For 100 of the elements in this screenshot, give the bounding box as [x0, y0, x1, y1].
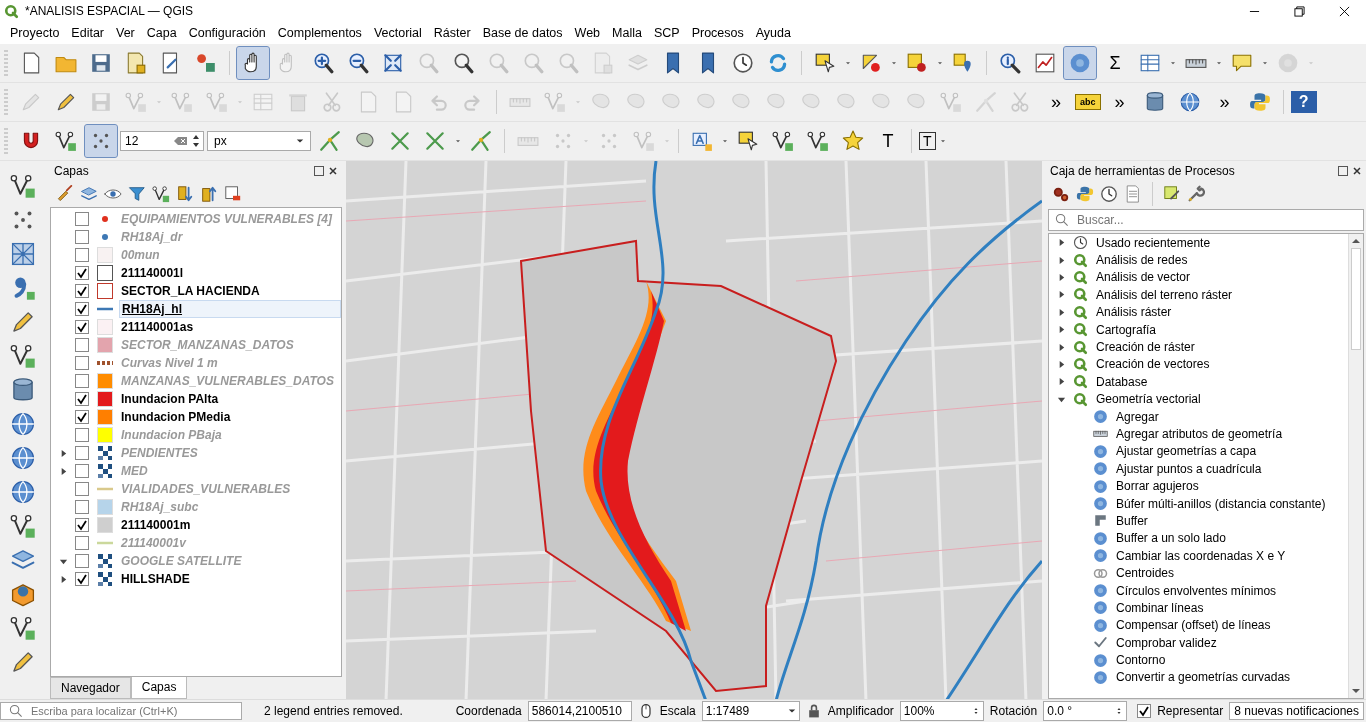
- notifications-button[interactable]: 8 nuevas notificaciones: [1229, 702, 1364, 720]
- tree-item[interactable]: Comprobar validez: [1116, 635, 1217, 650]
- layer-name[interactable]: HILLSHADE: [119, 571, 192, 587]
- layer-checkbox[interactable]: [75, 518, 89, 532]
- tree-item[interactable]: Agregar atributos de geometría: [1116, 427, 1283, 441]
- tree-item[interactable]: Database: [1096, 374, 1148, 389]
- layer-checkbox[interactable]: [75, 338, 89, 352]
- glyph-icon[interactable]: T: [872, 125, 904, 157]
- remove-layer-icon[interactable]: [224, 185, 242, 203]
- rotation-spinbox[interactable]: 0.0 °: [1043, 701, 1128, 721]
- tree-item[interactable]: Geometría vectorial: [1096, 392, 1201, 407]
- layer-checkbox[interactable]: [75, 266, 89, 280]
- menu-item[interactable]: SCP: [647, 24, 686, 42]
- layer-checkbox[interactable]: [75, 554, 89, 568]
- menu-item[interactable]: Ver: [110, 24, 141, 42]
- unit-dropdown[interactable]: px: [207, 131, 311, 151]
- text-box-icon[interactable]: T: [919, 132, 936, 150]
- tree-item[interactable]: Agregar: [1116, 409, 1159, 424]
- caret-icon[interactable]: [787, 707, 796, 715]
- menu-item[interactable]: Vectorial: [367, 24, 428, 42]
- menu-item[interactable]: Base de datos: [476, 24, 569, 42]
- help-icon[interactable]: ?: [1290, 91, 1317, 113]
- collapsed-arrow-icon[interactable]: [1057, 272, 1066, 282]
- locator-field[interactable]: Escriba para localizar (Ctrl+K): [0, 702, 242, 720]
- spin-box[interactable]: 12: [120, 131, 204, 151]
- search-field[interactable]: Buscar...: [1048, 209, 1364, 231]
- menu-item[interactable]: Complementos: [271, 24, 368, 42]
- tree-item[interactable]: Compensar (offset) de líneas: [1116, 618, 1271, 633]
- scroll-down-icon[interactable]: [1351, 688, 1361, 694]
- layer-checkbox[interactable]: [75, 374, 89, 388]
- clock-icon[interactable]: [1100, 185, 1118, 203]
- layer-name[interactable]: SECTOR_LA HACIENDA: [119, 283, 262, 299]
- label-icon[interactable]: abc: [1075, 94, 1101, 110]
- panel-tab[interactable]: Capas: [130, 677, 188, 699]
- collapsed-arrow-icon[interactable]: [1057, 238, 1066, 248]
- layer-checkbox[interactable]: [75, 230, 89, 244]
- menu-item[interactable]: Configuración: [182, 24, 272, 42]
- close-icon[interactable]: [1339, 5, 1350, 17]
- hand-icon[interactable]: [237, 47, 269, 79]
- collapsed-arrow-icon[interactable]: [1057, 307, 1066, 317]
- tree-item[interactable]: Análisis de vector: [1096, 270, 1191, 285]
- layer-name[interactable]: Inundacion PMedia: [119, 409, 233, 425]
- collapsed-arrow-icon[interactable]: [1057, 377, 1066, 387]
- search-input[interactable]: Buscar...: [1075, 212, 1363, 228]
- tree-item[interactable]: Ajustar puntos a cuadrícula: [1116, 461, 1262, 476]
- close-icon[interactable]: [328, 166, 338, 176]
- layer-name[interactable]: 211140001m: [119, 517, 193, 533]
- collapsed-arrow-icon[interactable]: [1057, 255, 1066, 265]
- arrow-up-icon[interactable]: [200, 185, 218, 203]
- layer-checkbox[interactable]: [75, 536, 89, 550]
- menu-item[interactable]: Procesos: [685, 24, 750, 42]
- tree-item[interactable]: Cambiar las coordenadas X e Y: [1116, 548, 1286, 563]
- tree-item[interactable]: Contorno: [1116, 653, 1166, 668]
- layer-name[interactable]: RH18Aj_hl: [119, 300, 341, 318]
- tree-item[interactable]: Buffer: [1116, 513, 1148, 528]
- tree-item[interactable]: Ajustar geometrías a capa: [1116, 444, 1257, 459]
- float-icon[interactable]: [1338, 166, 1348, 176]
- menu-item[interactable]: Web: [568, 24, 607, 42]
- python-icon[interactable]: [1076, 185, 1094, 203]
- layer-checkbox[interactable]: [75, 392, 89, 406]
- brush-icon[interactable]: [56, 185, 74, 203]
- scrollbar-thumb[interactable]: [1351, 248, 1361, 350]
- layer-checkbox[interactable]: [75, 410, 89, 424]
- tree-item[interactable]: Análisis de redes: [1096, 253, 1188, 268]
- layer-checkbox[interactable]: [75, 320, 89, 334]
- collapsed-arrow-icon[interactable]: [59, 448, 68, 458]
- render-checkbox[interactable]: [1137, 704, 1152, 718]
- layer-checkbox[interactable]: [75, 500, 89, 514]
- tree-item[interactable]: Análisis ráster: [1096, 305, 1172, 320]
- vertex-icon[interactable]: [152, 185, 170, 203]
- collapsed-arrow-icon[interactable]: [1057, 325, 1066, 335]
- menu-item[interactable]: Proyecto: [4, 24, 66, 42]
- tree-item[interactable]: Análisis del terreno ráster: [1096, 287, 1233, 302]
- wrench-icon[interactable]: [1187, 185, 1205, 203]
- collapsed-arrow-icon[interactable]: [1057, 290, 1066, 300]
- spin-arrows-icon[interactable]: [192, 133, 200, 149]
- collapsed-arrow-icon[interactable]: [1057, 359, 1066, 369]
- scale-dropdown[interactable]: 1:17489: [701, 701, 800, 721]
- layers-icon[interactable]: [80, 185, 98, 203]
- collapsed-arrow-icon[interactable]: [1057, 342, 1066, 352]
- layer-checkbox[interactable]: [75, 302, 89, 316]
- tree-item[interactable]: Buffer a un solo lado: [1116, 531, 1226, 546]
- menu-item[interactable]: Ráster: [427, 24, 477, 42]
- glyph-icon[interactable]: Σ: [1099, 47, 1131, 79]
- layer-checkbox[interactable]: [75, 572, 89, 586]
- layer-name[interactable]: Inundacion PAlta: [119, 391, 221, 407]
- tree-item[interactable]: Cartografía: [1096, 322, 1157, 337]
- collapsed-arrow-icon[interactable]: [59, 466, 68, 476]
- tree-item[interactable]: Borrar agujeros: [1116, 479, 1199, 494]
- float-icon[interactable]: [314, 166, 324, 176]
- tree-item[interactable]: Centroides: [1116, 566, 1175, 581]
- layer-checkbox[interactable]: [75, 248, 89, 262]
- tree-item[interactable]: Usado recientemente: [1096, 235, 1211, 250]
- panel-tab[interactable]: Navegador: [50, 677, 131, 699]
- tree-item[interactable]: Círculos envolventes mínimos: [1116, 583, 1277, 598]
- filter-icon[interactable]: [128, 185, 146, 203]
- magnifier-spinbox[interactable]: 100%: [899, 701, 984, 721]
- menu-item[interactable]: Editar: [65, 24, 110, 42]
- glyph-icon[interactable]: »: [1208, 86, 1241, 118]
- layer-checkbox[interactable]: [75, 482, 89, 496]
